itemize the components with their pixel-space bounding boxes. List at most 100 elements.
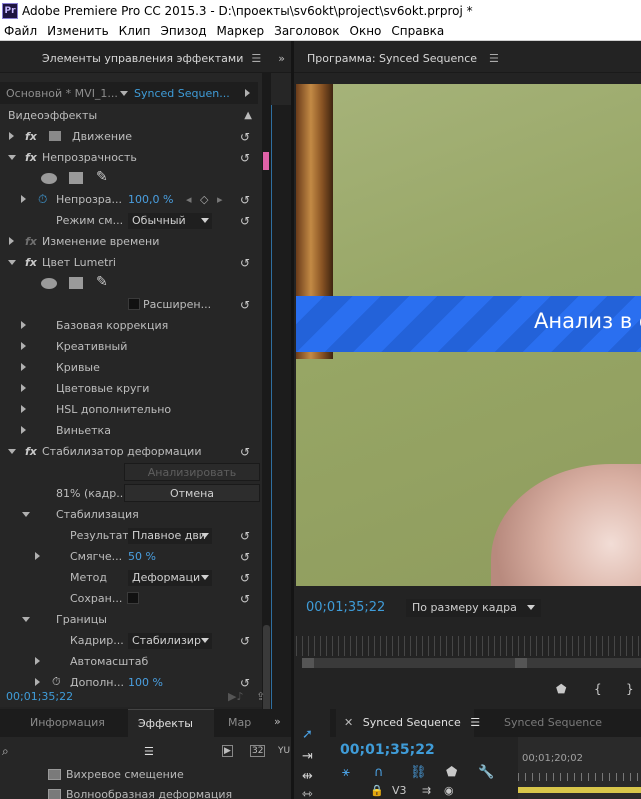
next-keyframe-icon[interactable]: ▸ [217,193,223,206]
expand-triangle-icon[interactable] [9,132,14,140]
ellipse-mask-icon[interactable] [41,173,57,184]
effect-row-motion[interactable]: fx Движение ↺ [0,126,262,147]
effect-row-time-remap[interactable]: fx Изменение времени [0,231,262,252]
expand-triangle-icon[interactable] [21,426,26,434]
effect-controls-mini-timeline[interactable] [271,105,291,725]
chevron-down-icon[interactable] [120,90,128,96]
collapse-triangle-icon[interactable] [8,260,16,265]
collapse-triangle-icon[interactable] [8,449,16,454]
cancel-button[interactable]: Отмена [124,484,260,502]
collapse-triangle-icon[interactable] [22,617,30,622]
smoothness-value[interactable]: 50 % [128,550,156,563]
export-icon[interactable]: ⇪ [256,690,265,703]
tab-effect-controls[interactable]: Элементы управления эффектами [42,52,243,65]
nest-sequence-icon[interactable]: ⚹ [342,765,350,780]
collapse-up-icon[interactable]: ▲ [244,110,252,121]
play-only-icon[interactable] [245,89,250,97]
lumetri-curves-row[interactable]: Кривые [0,357,262,378]
motion-transform-icon[interactable] [49,131,61,141]
effect-row-warp-stabilizer[interactable]: fx Стабилизатор деформации ↺ [0,441,262,462]
reset-icon[interactable]: ↺ [240,131,252,143]
effect-row-opacity[interactable]: fx Непрозрачность ↺ [0,147,262,168]
lumetri-hsl-row[interactable]: HSL дополнительно [0,399,262,420]
eye-icon[interactable]: ◉ [444,784,454,797]
panel-menu-icon[interactable]: ☰ [251,52,261,65]
menu-file[interactable]: Файл [0,24,43,38]
collapse-triangle-icon[interactable] [8,155,16,160]
rectangle-mask-icon[interactable] [69,277,83,289]
blend-mode-dropdown[interactable]: Обычный [128,213,212,229]
expand-triangle-icon[interactable] [21,405,26,413]
menu-sequence[interactable]: Эпизод [157,24,213,38]
play-audio-icon[interactable]: ▶♪ [228,690,243,703]
fx-icon[interactable]: fx [25,151,37,164]
track-lock-icon[interactable]: 🔒 [370,784,384,797]
auto-scale-row[interactable]: Автомасштаб [0,651,262,672]
expand-triangle-icon[interactable] [21,363,26,371]
zoom-handle-right[interactable] [515,658,527,668]
expand-triangle-icon[interactable] [35,552,40,560]
collapse-triangle-icon[interactable] [22,512,30,517]
program-zoom-scrollbar[interactable] [302,658,641,668]
advanced-checkbox[interactable] [128,298,140,310]
wrench-icon[interactable]: 🔧 [478,765,494,780]
panel-menu-icon[interactable]: ☰ [470,716,480,729]
expand-triangle-icon[interactable] [9,237,14,245]
reset-icon[interactable]: ↺ [240,530,252,542]
stopwatch-icon[interactable]: ⏱ [38,192,47,207]
analyze-button[interactable]: Анализировать [124,463,260,481]
program-timecode[interactable]: 00;01;35;22 [306,600,385,615]
borders-group[interactable]: Границы [0,609,262,630]
expand-triangle-icon[interactable] [35,657,40,665]
lumetri-creative-row[interactable]: Креативный [0,336,262,357]
ellipse-mask-icon[interactable] [41,278,57,289]
selection-tool-icon[interactable]: ➚ [302,727,313,742]
expand-triangle-icon[interactable] [21,195,26,203]
reset-icon[interactable]: ↺ [240,635,252,647]
method-dropdown[interactable]: Деформаци [128,570,212,586]
reset-icon[interactable]: ↺ [240,593,252,605]
rectangle-mask-icon[interactable] [69,172,83,184]
fx-icon[interactable]: fx [25,130,37,143]
reset-icon[interactable]: ↺ [240,215,252,227]
yuv-effects-icon[interactable]: YU [278,746,290,756]
effect-row-lumetri[interactable]: fx Цвет Lumetri ↺ [0,252,262,273]
effect-controls-timecode[interactable]: 00;01;35;22 [6,690,73,703]
accelerated-effects-icon[interactable]: ▶ [222,745,233,757]
panel-overflow-icon[interactable]: » [278,52,285,65]
track-output-icon[interactable]: ⇉ [422,784,431,797]
reset-icon[interactable]: ↺ [240,446,252,458]
preserve-scale-checkbox[interactable] [127,592,139,604]
timeline-ruler[interactable]: 00;01;20;02 [518,737,641,799]
fx-icon[interactable]: fx [25,256,37,269]
menu-clip[interactable]: Клип [115,24,157,38]
tab-program-monitor[interactable]: Программа: Synced Sequence [307,52,477,65]
reset-icon[interactable]: ↺ [240,572,252,584]
result-dropdown[interactable]: Плавное дви [128,528,212,544]
tab-timeline-second[interactable]: Synced Sequence [496,709,610,737]
fit-dropdown[interactable]: По размеру кадра [406,599,541,617]
fx-icon[interactable]: fx [25,445,37,458]
32bit-effects-icon[interactable]: 32 [250,745,266,757]
linked-selection-icon[interactable]: ⛓ [410,765,427,780]
menu-marker[interactable]: Маркер [213,24,271,38]
opacity-value[interactable]: 100,0 % [128,193,173,206]
add-marker-icon[interactable]: ⬟ [446,765,457,780]
tab-markers[interactable]: Мар [218,709,261,737]
prev-keyframe-icon[interactable]: ◂ [186,193,192,206]
expand-triangle-icon[interactable] [21,342,26,350]
timeline-timecode[interactable]: 00;01;35;22 [340,742,435,758]
framing-dropdown[interactable]: Стабилизир [128,633,212,649]
program-video-frame[interactable]: Анализ в ф [296,84,641,586]
add-marker-icon[interactable]: ⬟ [556,682,566,696]
track-select-tool-icon[interactable]: ⇥ [302,749,313,764]
program-time-ruler[interactable] [296,636,641,656]
lumetri-basic-row[interactable]: Базовая коррекция [0,315,262,336]
panel-overflow-icon[interactable]: » [274,715,281,728]
reset-icon[interactable]: ↺ [240,551,252,563]
menu-title[interactable]: Заголовок [270,24,345,38]
snap-icon[interactable]: ∩ [374,765,384,780]
fx-icon[interactable]: fx [25,235,37,248]
reset-icon[interactable]: ↺ [240,152,252,164]
expand-triangle-icon[interactable] [21,321,26,329]
